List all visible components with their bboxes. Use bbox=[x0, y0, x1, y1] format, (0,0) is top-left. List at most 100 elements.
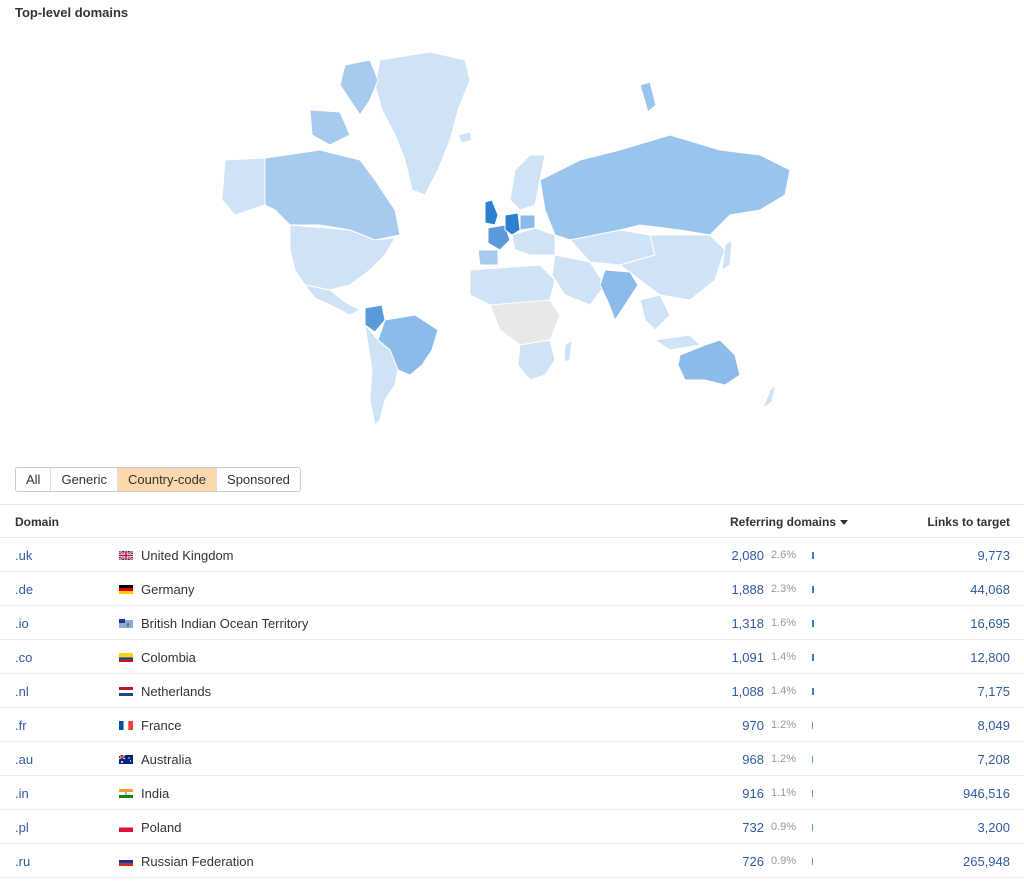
column-header-links-to-target[interactable]: Links to target bbox=[927, 515, 1010, 529]
filter-generic[interactable]: Generic bbox=[51, 468, 118, 491]
referring-domains-link[interactable]: 968 bbox=[742, 752, 764, 767]
tld-link[interactable]: .nl bbox=[15, 684, 29, 699]
referring-domains-percent: 1.1% bbox=[771, 787, 797, 799]
country-name: British Indian Ocean Territory bbox=[141, 616, 309, 631]
map-region-spain[interactable] bbox=[477, 249, 499, 266]
referring-domains-link[interactable]: 970 bbox=[742, 718, 764, 733]
referring-domains-percent: 2.3% bbox=[771, 583, 797, 595]
referring-domains-link[interactable]: 2,080 bbox=[731, 548, 764, 563]
fr-flag-icon bbox=[119, 721, 133, 730]
links-to-target-link[interactable]: 16,695 bbox=[970, 616, 1010, 631]
country-name: United Kingdom bbox=[141, 548, 234, 563]
links-to-target-link[interactable]: 946,516 bbox=[963, 786, 1010, 801]
filter-sponsored[interactable]: Sponsored bbox=[217, 468, 300, 491]
share-bar bbox=[812, 722, 813, 729]
tld-link[interactable]: .au bbox=[15, 752, 33, 767]
table-row: .co Colombia 1,091 1.4% 12,800 bbox=[0, 640, 1024, 674]
tld-link[interactable]: .in bbox=[15, 786, 29, 801]
referring-domains-link[interactable]: 1,318 bbox=[731, 616, 764, 631]
map-region-india[interactable] bbox=[599, 269, 639, 322]
tld-link[interactable]: .ru bbox=[15, 854, 30, 869]
country-name: Poland bbox=[141, 820, 182, 835]
table-row: .io British Indian Ocean Territory 1,318 1.… bbox=[0, 606, 1024, 640]
table-row: .in India 916 1.1% 946,516 bbox=[0, 776, 1024, 810]
country-name: France bbox=[141, 718, 182, 733]
map-region-alaska[interactable] bbox=[221, 157, 266, 216]
referring-domains-percent: 0.9% bbox=[771, 855, 797, 867]
map-region-new-zealand[interactable] bbox=[761, 383, 777, 410]
table-row: .fr France 970 1.2% 8,049 bbox=[0, 708, 1024, 742]
links-to-target-link[interactable]: 265,948 bbox=[963, 854, 1010, 869]
nl-flag-icon bbox=[119, 687, 133, 696]
share-bar bbox=[812, 552, 814, 559]
referring-domains-percent: 1.4% bbox=[771, 685, 797, 697]
table-row: .uk United Kingdom 2,080 2.6% 9,773 bbox=[0, 538, 1024, 572]
map-region-southern-africa[interactable] bbox=[517, 339, 556, 381]
column-header-referring-domains[interactable]: Referring domains bbox=[730, 515, 849, 529]
referring-domains-link[interactable]: 1,088 bbox=[731, 684, 764, 699]
io-flag-icon bbox=[119, 619, 133, 628]
map-region-russia-islands[interactable] bbox=[639, 81, 657, 113]
tld-link[interactable]: .de bbox=[15, 582, 33, 597]
referring-domains-link[interactable]: 732 bbox=[742, 820, 764, 835]
country-name: Germany bbox=[141, 582, 195, 597]
map-region-se-asia[interactable] bbox=[639, 294, 702, 351]
share-bar bbox=[812, 756, 813, 763]
filter-all[interactable]: All bbox=[16, 468, 52, 491]
map-region-uk[interactable] bbox=[484, 199, 499, 226]
links-to-target-link[interactable]: 3,200 bbox=[977, 820, 1010, 835]
au-flag-icon bbox=[119, 755, 133, 764]
referring-domains-percent: 1.2% bbox=[771, 719, 797, 731]
map-region-japan[interactable] bbox=[721, 238, 733, 271]
tld-table: Domain Referring domains Links to target… bbox=[0, 504, 1024, 878]
ru-flag-icon bbox=[119, 857, 133, 866]
country-name: Colombia bbox=[141, 650, 196, 665]
referring-domains-link[interactable]: 1,888 bbox=[731, 582, 764, 597]
map-region-central-africa[interactable] bbox=[489, 299, 561, 346]
map-region-canada[interactable] bbox=[264, 149, 401, 241]
map-region-russia[interactable] bbox=[539, 134, 791, 241]
map-region-scandinavia[interactable] bbox=[509, 154, 546, 211]
table-body: .uk United Kingdom 2,080 2.6% 9,773 .de German… bbox=[0, 538, 1024, 878]
referring-domains-percent: 2.6% bbox=[771, 549, 797, 561]
tld-link[interactable]: .pl bbox=[15, 820, 29, 835]
referring-domains-percent: 1.4% bbox=[771, 651, 797, 663]
links-to-target-link[interactable]: 7,208 bbox=[977, 752, 1010, 767]
filter-country-code[interactable]: Country-code bbox=[117, 468, 218, 491]
links-to-target-link[interactable]: 44,068 bbox=[970, 582, 1010, 597]
referring-domains-link[interactable]: 726 bbox=[742, 854, 764, 869]
links-to-target-link[interactable]: 7,175 bbox=[977, 684, 1010, 699]
map-region-greenland[interactable] bbox=[374, 51, 471, 196]
country-name: Australia bbox=[141, 752, 192, 767]
map-region-germany[interactable] bbox=[504, 212, 521, 236]
co-flag-icon bbox=[119, 653, 133, 662]
tld-link[interactable]: .uk bbox=[15, 548, 32, 563]
map-region-eastern-europe[interactable] bbox=[511, 227, 556, 256]
tld-link[interactable]: .fr bbox=[15, 718, 27, 733]
table-row: .de Germany 1,888 2.3% 44,068 bbox=[0, 572, 1024, 606]
country-name: Netherlands bbox=[141, 684, 212, 699]
referring-domains-link[interactable]: 1,091 bbox=[731, 650, 764, 665]
links-to-target-link[interactable]: 8,049 bbox=[977, 718, 1010, 733]
map-region-poland[interactable] bbox=[519, 214, 536, 231]
column-header-referring-domains-label: Referring domains bbox=[730, 515, 837, 529]
de-flag-icon bbox=[119, 585, 133, 594]
links-to-target-link[interactable]: 9,773 bbox=[977, 548, 1010, 563]
share-bar bbox=[812, 586, 814, 593]
sort-desc-icon bbox=[840, 520, 849, 526]
map-region-north-africa[interactable] bbox=[469, 264, 556, 306]
links-to-target-link[interactable]: 12,800 bbox=[970, 650, 1010, 665]
referring-domains-percent: 0.9% bbox=[771, 821, 797, 833]
map-region-madagascar[interactable] bbox=[563, 338, 573, 363]
map-region-canada-islands[interactable] bbox=[309, 59, 379, 146]
column-header-domain[interactable]: Domain bbox=[15, 515, 59, 529]
share-bar bbox=[812, 824, 813, 831]
tld-link[interactable]: .co bbox=[15, 650, 32, 665]
share-bar bbox=[812, 858, 813, 865]
gb-flag-icon bbox=[119, 551, 133, 560]
tld-link[interactable]: .io bbox=[15, 616, 29, 631]
map-region-iceland[interactable] bbox=[457, 131, 473, 144]
world-map bbox=[200, 40, 820, 440]
pl-flag-icon bbox=[119, 823, 133, 832]
referring-domains-link[interactable]: 916 bbox=[742, 786, 764, 801]
